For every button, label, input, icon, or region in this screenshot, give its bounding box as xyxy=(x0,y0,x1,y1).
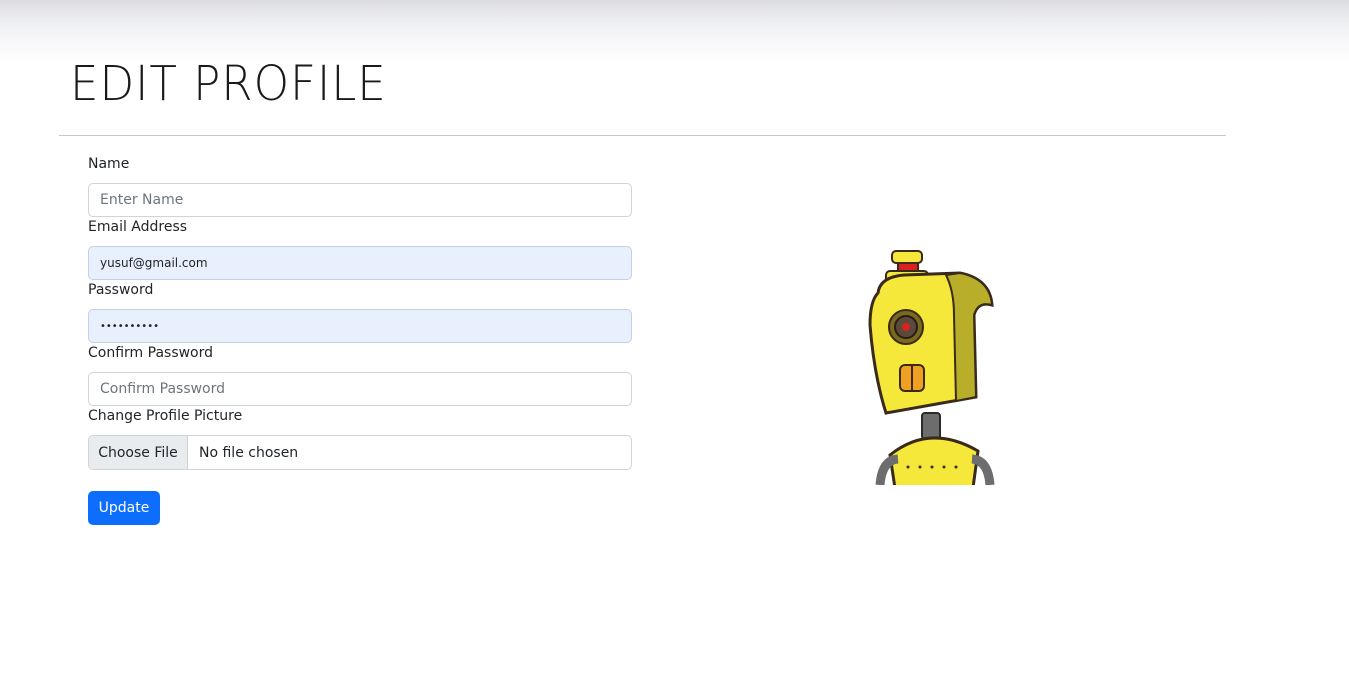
confirm-password-input[interactable] xyxy=(88,372,632,406)
confirm-password-label: Confirm Password xyxy=(88,345,214,361)
robot-illustration xyxy=(860,245,1010,485)
profile-picture-file-input[interactable]: Choose File No file chosen xyxy=(88,435,632,470)
email-input[interactable] xyxy=(88,246,632,280)
page-title: EDIT PROFILE xyxy=(70,56,387,112)
choose-file-button[interactable]: Choose File xyxy=(89,436,188,469)
password-input[interactable] xyxy=(88,309,632,343)
email-label: Email Address xyxy=(88,219,188,235)
profile-picture-label: Change Profile Picture xyxy=(88,408,243,424)
name-input[interactable] xyxy=(88,183,632,217)
update-button[interactable]: Update xyxy=(88,491,160,525)
name-label: Name xyxy=(88,156,130,172)
header-gradient xyxy=(0,0,1349,62)
password-label: Password xyxy=(88,282,154,298)
title-divider xyxy=(59,135,1226,136)
file-status-text: No file chosen xyxy=(199,444,299,461)
robot-icon xyxy=(868,250,995,485)
